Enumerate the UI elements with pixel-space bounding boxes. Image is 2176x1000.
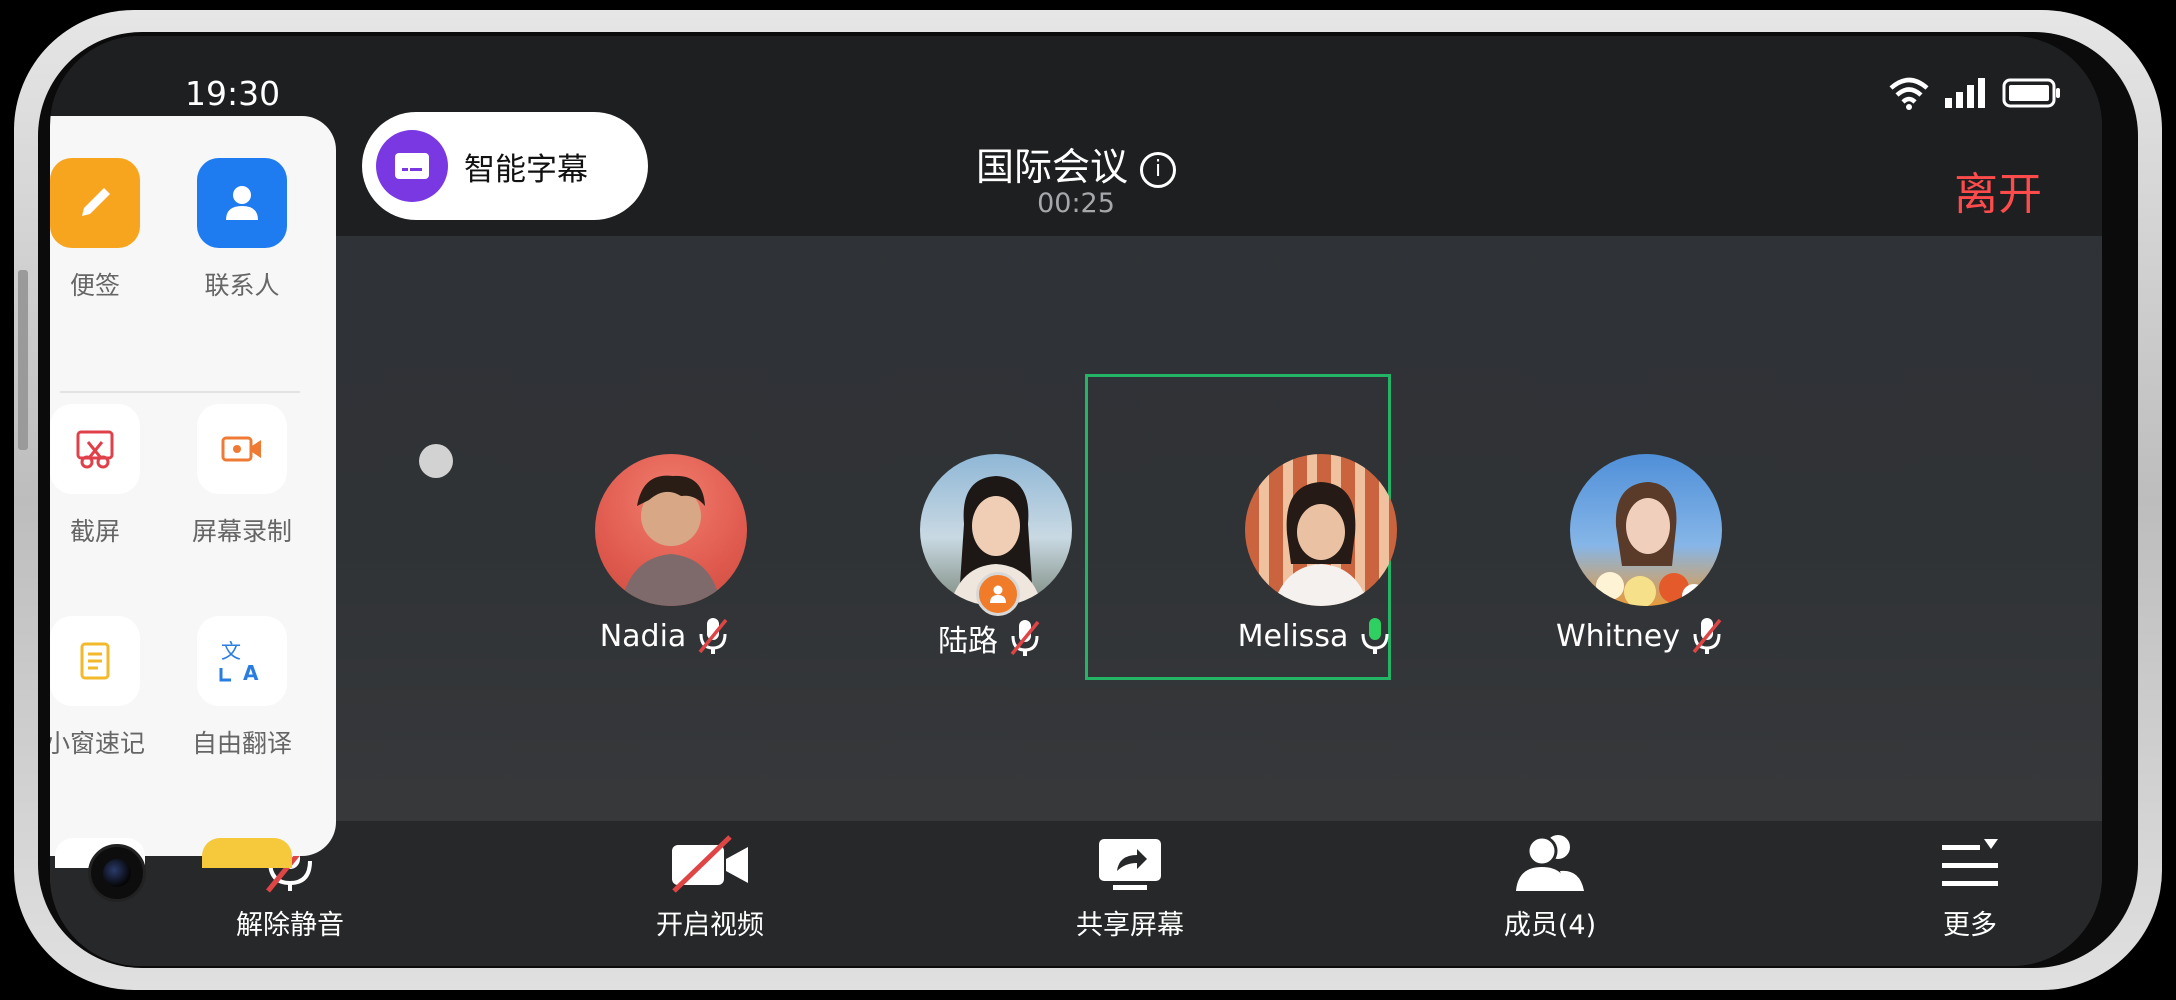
battery-icon [2002, 78, 2060, 108]
avatar [595, 454, 747, 606]
host-badge [976, 572, 1020, 616]
app-quick-note[interactable]: 小窗速记 [50, 616, 165, 760]
volume-button [18, 270, 28, 450]
leave-button[interactable]: 离开 [1954, 158, 2042, 222]
app-screen-record[interactable]: 屏幕录制 [172, 404, 312, 548]
app-label: 屏幕录制 [191, 517, 292, 546]
participant-name: Melissa [1237, 618, 1349, 654]
more-menu-icon [1942, 839, 1998, 886]
app-label: 小窗速记 [50, 729, 145, 758]
share-label: 共享屏幕 [1076, 910, 1184, 941]
info-icon[interactable]: i [1140, 152, 1176, 188]
app-screenshot[interactable]: 截屏 [50, 404, 165, 548]
participant-name: 陆路 [938, 624, 998, 659]
screen-record-icon [197, 404, 287, 494]
more-label: 更多 [1943, 910, 1997, 941]
meeting-timer: 00:25 [1037, 188, 1115, 219]
status-time: 19:30 [185, 74, 281, 113]
participant-tile[interactable]: Melissa [1165, 406, 1465, 706]
app-contacts[interactable]: 联系人 [172, 158, 312, 302]
meeting-title-text: 国际会议 [975, 145, 1128, 189]
participant-tile[interactable]: Whitney [1490, 406, 1790, 706]
meeting-title: 国际会议 i [50, 136, 2102, 191]
front-camera [88, 844, 146, 902]
app-notes[interactable]: 便签 [50, 158, 165, 302]
avatar [1245, 454, 1397, 606]
signal-icon [1945, 78, 1985, 108]
unmute-label: 解除静音 [236, 910, 344, 941]
share-screen-icon [1099, 839, 1161, 890]
participant-name-row: Melissa [1165, 616, 1465, 656]
share-screen-button[interactable]: 共享屏幕 [1010, 831, 1250, 942]
mic-active-icon [1361, 618, 1389, 654]
side-app-panel: 便签 联系人 截屏 屏幕录制 小窗速记 文 A 自由翻译 [50, 116, 336, 868]
members-icon [1516, 835, 1584, 891]
screenshot-icon [50, 404, 140, 494]
indicator-dot [419, 444, 453, 478]
app-label: 联系人 [204, 271, 280, 300]
bottom-toolbar: 解除静音 开启视频 共享屏幕 成员(4) 更多 [50, 821, 2102, 966]
participant-name: Whitney [1556, 618, 1680, 654]
person-icon [990, 585, 1006, 603]
svg-text:文: 文 [221, 639, 241, 663]
app-label: 便签 [69, 271, 120, 300]
participant-name-row: Whitney [1490, 616, 1790, 656]
members-button[interactable]: 成员(4) [1430, 831, 1670, 942]
video-off-icon [672, 835, 748, 893]
mic-muted-icon [698, 618, 728, 654]
app-translate[interactable]: 文A 自由翻译 [172, 616, 312, 760]
mic-muted-icon [1010, 620, 1040, 656]
mic-muted-icon [1692, 618, 1722, 654]
avatar [1570, 454, 1722, 606]
quick-note-icon [50, 616, 140, 706]
app-label: 自由翻译 [191, 729, 292, 758]
more-button[interactable]: 更多 [1850, 831, 2090, 942]
meeting-screen: 19:30 智能字幕 国际会议 i 00:25 离开 Nadia 陆路 Meli… [50, 36, 2102, 966]
status-icons [1888, 76, 2062, 110]
participant-name: Nadia [599, 618, 687, 654]
panel-divider [60, 391, 300, 393]
wifi-icon [1889, 77, 1929, 110]
svg-text:A: A [243, 661, 259, 685]
app-icon-partial [202, 838, 292, 868]
note-icon [50, 158, 140, 248]
participant-name-row: Nadia [515, 616, 815, 656]
start-video-button[interactable]: 开启视频 [590, 831, 830, 942]
app-label: 截屏 [69, 517, 120, 546]
members-label: 成员(4) [1503, 910, 1597, 941]
video-label: 开启视频 [656, 910, 764, 941]
translate-icon: 文A [197, 616, 287, 706]
contact-icon [197, 158, 287, 248]
participant-tile[interactable]: Nadia [515, 406, 815, 706]
